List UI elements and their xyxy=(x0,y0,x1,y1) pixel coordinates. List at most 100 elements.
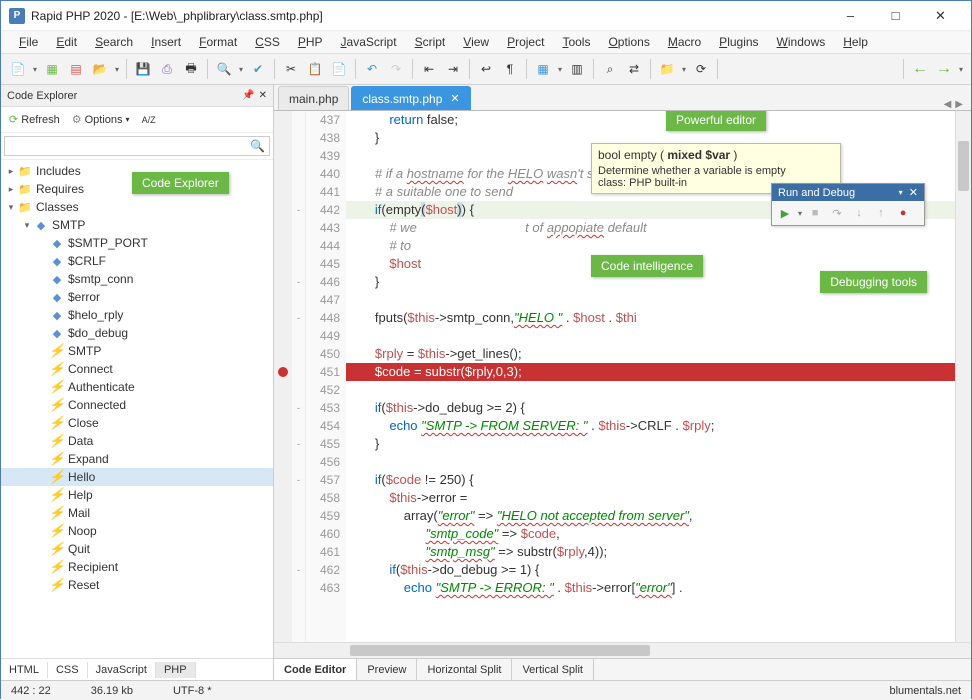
breakpoint-slot[interactable] xyxy=(274,579,292,597)
menu-windows[interactable]: Windows xyxy=(769,33,834,51)
menu-project[interactable]: Project xyxy=(499,33,552,51)
debug-step-in-button[interactable]: ↓ xyxy=(850,205,868,221)
search-button[interactable]: 🔍 xyxy=(213,58,235,80)
dropdown-icon[interactable]: ▾ xyxy=(556,65,564,74)
breakpoint-slot[interactable] xyxy=(274,417,292,435)
tree-item-help[interactable]: ⚡Help xyxy=(1,486,273,504)
breakpoint-slot[interactable] xyxy=(274,273,292,291)
redo-button[interactable]: ↷ xyxy=(385,58,407,80)
dropdown-icon[interactable]: ▾ xyxy=(237,65,245,74)
new-file-button[interactable]: 📄 xyxy=(7,58,29,80)
tree-item-quit[interactable]: ⚡Quit xyxy=(1,540,273,558)
sort-button[interactable]: A/Z xyxy=(138,113,160,127)
tree-item-data[interactable]: ⚡Data xyxy=(1,432,273,450)
breakpoint-slot[interactable] xyxy=(274,561,292,579)
fold-toggle[interactable] xyxy=(292,255,305,273)
fold-toggle[interactable] xyxy=(292,363,305,381)
paste-button[interactable]: 📄 xyxy=(328,58,350,80)
menu-file[interactable]: File xyxy=(11,33,46,51)
max-button[interactable]: □ xyxy=(873,2,918,30)
fold-toggle[interactable] xyxy=(292,291,305,309)
refresh-button[interactable]: ⟳Refresh xyxy=(5,111,64,128)
pin-icon[interactable]: 📌 xyxy=(242,90,254,101)
new-css-button[interactable]: ▤ xyxy=(65,58,87,80)
fold-toggle[interactable] xyxy=(292,183,305,201)
save-button[interactable]: 💾 xyxy=(132,58,154,80)
menu-insert[interactable]: Insert xyxy=(143,33,189,51)
dropdown-icon[interactable]: ▾ xyxy=(899,188,903,197)
debug-run-button[interactable]: ▶ xyxy=(776,205,794,221)
fold-toggle[interactable]: - xyxy=(292,309,305,327)
tree-item-hello[interactable]: ⚡Hello xyxy=(1,468,273,486)
breakpoint-slot[interactable] xyxy=(274,381,292,399)
dropdown-icon[interactable]: ▾ xyxy=(113,65,121,74)
breakpoint-slot[interactable] xyxy=(274,327,292,345)
tab-next-icon[interactable]: ▶ xyxy=(955,99,963,110)
spellcheck-button[interactable]: ✔ xyxy=(247,58,269,80)
breakpoint-slot[interactable] xyxy=(274,147,292,165)
editor-tab[interactable]: main.php xyxy=(278,86,349,110)
debug-panel[interactable]: Run and Debug▾ ✕ ▶▾ ■ ↷ ↓ ↑ ● xyxy=(771,183,925,226)
fold-toggle[interactable] xyxy=(292,381,305,399)
sync-button[interactable]: ⟳ xyxy=(690,58,712,80)
word-wrap-button[interactable]: ↩ xyxy=(475,58,497,80)
breakpoint-slot[interactable] xyxy=(274,255,292,273)
breakpoint-slot[interactable] xyxy=(274,471,292,489)
tab-prev-icon[interactable]: ◀ xyxy=(944,99,952,110)
layout-button[interactable]: ▦ xyxy=(532,58,554,80)
tree-item-noop[interactable]: ⚡Noop xyxy=(1,522,273,540)
fold-toggle[interactable]: - xyxy=(292,399,305,417)
menu-css[interactable]: CSS xyxy=(247,33,288,51)
tree-item-recipient[interactable]: ⚡Recipient xyxy=(1,558,273,576)
tree-item-classes[interactable]: ▾📁Classes xyxy=(1,198,273,216)
fold-toggle[interactable]: - xyxy=(292,273,305,291)
close-panel-icon[interactable]: ✕ xyxy=(259,90,267,101)
lang-tab-html[interactable]: HTML xyxy=(1,662,48,678)
new-web-button[interactable]: ▦ xyxy=(41,58,63,80)
breakpoint-slot[interactable] xyxy=(274,291,292,309)
dropdown-icon[interactable]: ▾ xyxy=(31,65,39,74)
menu-search[interactable]: Search xyxy=(87,33,141,51)
fold-toggle[interactable] xyxy=(292,525,305,543)
breakpoint-slot[interactable] xyxy=(274,489,292,507)
fold-toggle[interactable] xyxy=(292,345,305,363)
fold-toggle[interactable] xyxy=(292,111,305,129)
breakpoint-slot[interactable] xyxy=(274,543,292,561)
tab-close-icon[interactable]: ✕ xyxy=(450,92,459,105)
breakpoint-slot[interactable] xyxy=(274,129,292,147)
tree-item-smtpconn[interactable]: ◆$smtp_conn xyxy=(1,270,273,288)
menu-script[interactable]: Script xyxy=(407,33,454,51)
horizontal-scrollbar[interactable] xyxy=(346,643,955,658)
breakpoint-gutter[interactable] xyxy=(274,111,292,642)
menu-php[interactable]: PHP xyxy=(290,33,331,51)
undo-button[interactable]: ↶ xyxy=(361,58,383,80)
fold-gutter[interactable]: ------- xyxy=(292,111,306,642)
breakpoint-slot[interactable] xyxy=(274,183,292,201)
print-button[interactable]: 🖶 xyxy=(180,58,202,80)
debug-step-out-button[interactable]: ↑ xyxy=(872,205,890,221)
debug-breakpoint-button[interactable]: ● xyxy=(894,205,912,221)
find-button[interactable]: ⌕ xyxy=(599,58,621,80)
editor-tab[interactable]: class.smtp.php✕ xyxy=(351,86,470,110)
tree-item-connected[interactable]: ⚡Connected xyxy=(1,396,273,414)
fold-toggle[interactable] xyxy=(292,327,305,345)
breakpoint-slot[interactable] xyxy=(274,165,292,183)
fold-toggle[interactable] xyxy=(292,129,305,147)
fold-toggle[interactable] xyxy=(292,237,305,255)
menu-help[interactable]: Help xyxy=(835,33,876,51)
indent-left-button[interactable]: ⇤ xyxy=(418,58,440,80)
fold-toggle[interactable]: - xyxy=(292,435,305,453)
vertical-scrollbar[interactable] xyxy=(955,111,971,642)
lang-tab-css[interactable]: CSS xyxy=(48,662,88,678)
breakpoint-slot[interactable] xyxy=(274,111,292,129)
fold-toggle[interactable] xyxy=(292,165,305,183)
breakpoint-slot[interactable] xyxy=(274,363,292,381)
options-button[interactable]: ⚙Options▾ xyxy=(68,111,134,128)
tree-item-helorply[interactable]: ◆$helo_rply xyxy=(1,306,273,324)
tree-item-close[interactable]: ⚡Close xyxy=(1,414,273,432)
breakpoint-slot[interactable] xyxy=(274,399,292,417)
fold-toggle[interactable] xyxy=(292,543,305,561)
fold-toggle[interactable]: - xyxy=(292,561,305,579)
menu-edit[interactable]: Edit xyxy=(48,33,85,51)
breakpoint-slot[interactable] xyxy=(274,435,292,453)
